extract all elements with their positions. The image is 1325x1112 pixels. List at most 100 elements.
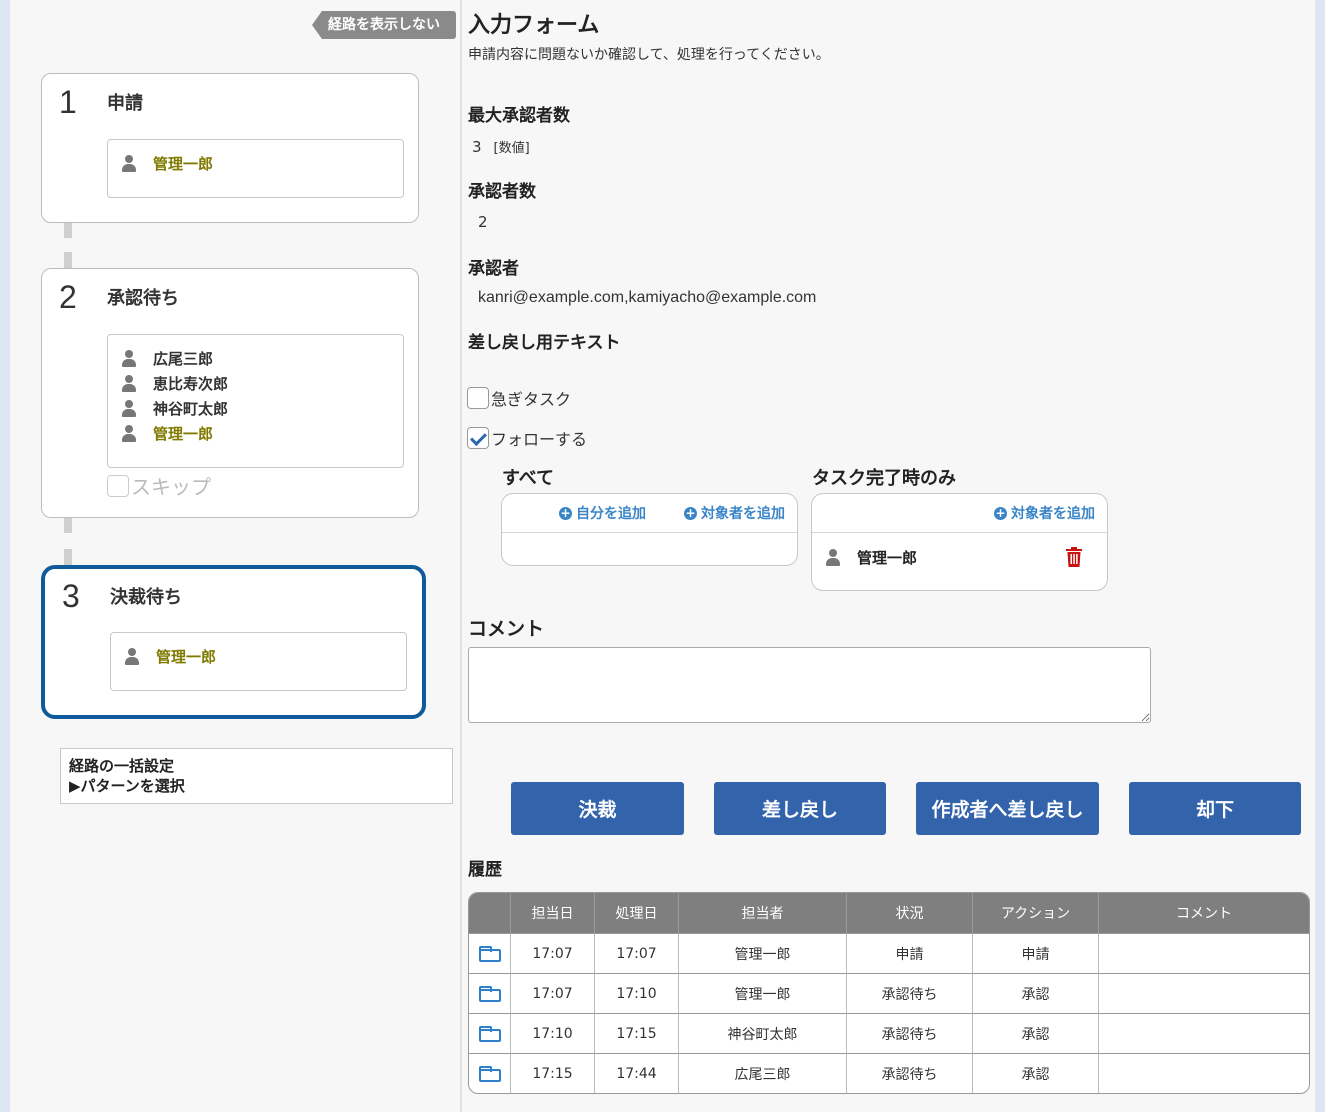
add-self-link[interactable]: + 自分を追加 xyxy=(559,503,646,523)
person-cell: 神谷町太郎 xyxy=(679,1013,847,1053)
member-item: 管理一郎 xyxy=(125,644,406,669)
person-icon xyxy=(826,548,840,566)
step-title: 申請 xyxy=(107,93,143,114)
assigned-cell: 17:10 xyxy=(511,1013,595,1053)
table-row: 17:07 17:07 管理一郎 申請 申請 xyxy=(469,933,1309,973)
follow-all-header: + 自分を追加 + 対象者を追加 xyxy=(502,494,797,533)
step-member-list: 管理一郎 xyxy=(110,632,407,691)
urgent-task-checkbox[interactable]: 急ぎタスク xyxy=(467,386,571,410)
add-target-link[interactable]: + 対象者を追加 xyxy=(994,503,1095,523)
approver-count-value: 2 xyxy=(478,213,488,231)
member-item: 管理一郎 xyxy=(122,421,403,446)
table-row: 17:15 17:44 広尾三郎 承認待ち 承認 xyxy=(469,1053,1309,1093)
follow-member-row: 管理一郎 xyxy=(812,533,1107,581)
route-step-1[interactable]: 1 申請 管理一郎 xyxy=(41,73,419,223)
follow-complete-box: + 対象者を追加 管理一郎 xyxy=(811,493,1108,591)
reject-text-label: 差し戻し用テキスト xyxy=(468,333,621,353)
history-title: 履歴 xyxy=(468,860,502,880)
table-row: 17:10 17:15 神谷町太郎 承認待ち 承認 xyxy=(469,1013,1309,1053)
approve-button[interactable]: 決裁 xyxy=(511,782,684,835)
reject-button[interactable]: 差し戻し xyxy=(714,782,886,835)
person-icon xyxy=(122,425,136,442)
route-step-3[interactable]: 3 決裁待ち 管理一郎 xyxy=(41,565,426,719)
follow-all-box: + 自分を追加 + 対象者を追加 xyxy=(501,493,798,566)
input-form-panel: 入力フォーム 申請内容に問題ないか確認して、処理を行ってください。 最大承認者数… xyxy=(462,0,1315,1112)
processed-cell: 17:15 xyxy=(595,1013,679,1053)
member-item: 広尾三郎 xyxy=(122,346,403,371)
action-cell: 申請 xyxy=(973,933,1099,973)
processed-cell: 17:44 xyxy=(595,1053,679,1093)
member-item: 神谷町太郎 xyxy=(122,396,403,421)
status-cell: 承認待ち xyxy=(847,973,973,1013)
processed-cell: 17:10 xyxy=(595,973,679,1013)
column-header: コメント xyxy=(1099,893,1309,933)
route-step-2[interactable]: 2 承認待ち 広尾三郎 恵比寿次郎 神谷町太郎 管理一郎 スキップ xyxy=(41,268,419,518)
comment-textarea[interactable] xyxy=(468,647,1151,723)
person-cell: 広尾三郎 xyxy=(679,1053,847,1093)
route-connector xyxy=(64,222,72,268)
history-table: 担当日 処理日 担当者 状況 アクション コメント 17:07 17:07 管理… xyxy=(468,892,1310,1094)
hide-route-button[interactable]: 経路を表示しない xyxy=(312,11,456,39)
skip-checkbox[interactable]: スキップ xyxy=(107,471,211,500)
step-title: 決裁待ち xyxy=(110,587,182,608)
comment-cell xyxy=(1099,933,1309,973)
assigned-cell: 17:15 xyxy=(511,1053,595,1093)
step-member-list: 広尾三郎 恵比寿次郎 神谷町太郎 管理一郎 xyxy=(107,334,404,468)
folder-icon[interactable] xyxy=(478,1065,501,1082)
action-cell: 承認 xyxy=(973,1053,1099,1093)
folder-icon[interactable] xyxy=(478,985,501,1002)
comment-cell xyxy=(1099,973,1309,1013)
add-target-link[interactable]: + 対象者を追加 xyxy=(684,503,785,523)
person-icon xyxy=(122,375,136,392)
step-number: 1 xyxy=(59,84,77,120)
folder-icon[interactable] xyxy=(478,1025,501,1042)
select-pattern-link[interactable]: ▶パターンを選択 xyxy=(69,776,444,796)
step-title: 承認待ち xyxy=(107,288,179,309)
status-cell: 承認待ち xyxy=(847,1053,973,1093)
member-item: 恵比寿次郎 xyxy=(122,371,403,396)
person-icon xyxy=(122,400,136,417)
plus-circle-icon: + xyxy=(994,505,1007,520)
person-icon xyxy=(125,648,139,665)
max-approvers-value: 3 [数値] xyxy=(472,138,530,156)
checkbox-checked[interactable] xyxy=(467,427,489,449)
column-header: 処理日 xyxy=(595,893,679,933)
column-header: 担当者 xyxy=(679,893,847,933)
trash-icon[interactable] xyxy=(1066,547,1082,567)
person-cell: 管理一郎 xyxy=(679,933,847,973)
column-header: 状況 xyxy=(847,893,973,933)
follow-all-label: すべて xyxy=(502,468,555,489)
checkbox[interactable] xyxy=(107,474,129,497)
person-icon xyxy=(122,350,136,367)
table-row: 17:07 17:10 管理一郎 承認待ち 承認 xyxy=(469,973,1309,1013)
member-item: 管理一郎 xyxy=(122,151,403,176)
follow-checkbox[interactable]: フォローする xyxy=(467,426,587,450)
column-header: 担当日 xyxy=(511,893,595,933)
form-description: 申請内容に問題ないか確認して、処理を行ってください。 xyxy=(468,47,830,63)
follow-complete-label: タスク完了時のみ xyxy=(812,468,956,489)
follow-complete-header: + 対象者を追加 xyxy=(812,494,1107,533)
action-cell: 承認 xyxy=(973,973,1099,1013)
processed-cell: 17:07 xyxy=(595,933,679,973)
comment-cell xyxy=(1099,1013,1309,1053)
plus-circle-icon: + xyxy=(684,505,697,520)
status-cell: 申請 xyxy=(847,933,973,973)
status-cell: 承認待ち xyxy=(847,1013,973,1053)
decline-button[interactable]: 却下 xyxy=(1129,782,1301,835)
assigned-cell: 17:07 xyxy=(511,973,595,1013)
folder-icon[interactable] xyxy=(478,945,501,962)
history-header-row: 担当日 処理日 担当者 状況 アクション コメント xyxy=(469,893,1309,933)
person-icon xyxy=(122,155,136,172)
bulk-route-title: 経路の一括設定 xyxy=(69,757,175,775)
comment-label: コメント xyxy=(468,618,545,640)
reject-to-creator-button[interactable]: 作成者へ差し戻し xyxy=(916,782,1099,835)
approvers-value: kanri@example.com,kamiyacho@example.com xyxy=(478,289,817,306)
form-title: 入力フォーム xyxy=(468,13,600,38)
plus-circle-icon: + xyxy=(559,505,572,520)
step-member-list: 管理一郎 xyxy=(107,139,404,198)
route-panel: 経路を表示しない 1 申請 管理一郎 2 承認待ち 広尾三郎 恵比寿次郎 神谷町… xyxy=(10,0,460,1112)
action-cell: 承認 xyxy=(973,1013,1099,1053)
column-header: アクション xyxy=(973,893,1099,933)
checkbox[interactable] xyxy=(467,387,489,409)
approver-count-label: 承認者数 xyxy=(468,182,536,202)
